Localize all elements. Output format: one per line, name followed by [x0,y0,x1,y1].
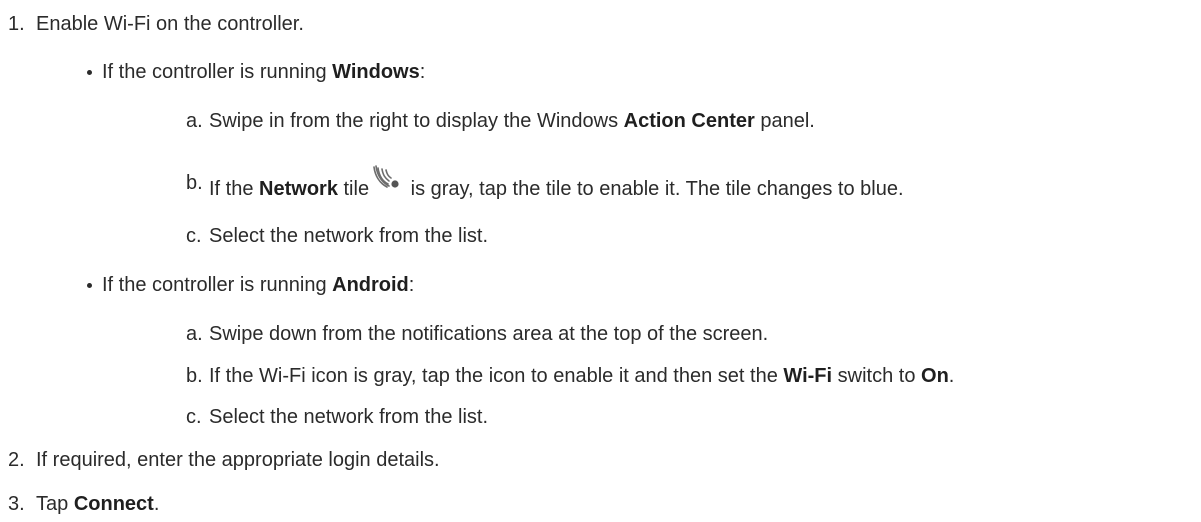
android-label: Android [332,274,409,296]
windows-intro-colon: : [419,61,426,83]
android-substep-a-letter: a. [186,323,203,345]
android-substep-b-letter: b. [186,365,203,387]
android-substep-b-after: . [948,365,955,387]
windows-substep-b-letter: b. [186,172,203,194]
android-intro-colon: : [408,274,415,296]
android-substep-b-before: If the Wi-Fi icon is gray, tap the icon … [209,365,784,387]
step-1-number: 1. [8,13,25,35]
android-substep-b-text: If the Wi-Fi icon is gray, tap the icon … [209,364,954,388]
windows-substep-a-letter: a. [186,110,203,132]
windows-substep-b-text: If the Network tile is gray, tap the til… [209,165,904,200]
step-2-number: 2. [8,449,25,471]
windows-substep-a-after: panel. [754,110,815,132]
android-intro-text: If the controller is running [102,274,333,296]
windows-intro: If the controller is running Windows: [102,60,425,84]
bullet-android [87,283,92,288]
android-intro: If the controller is running Android: [102,273,414,297]
bullet-windows [87,70,92,75]
windows-substep-b-after: is gray, tap the tile to enable it. The … [405,178,904,200]
on-label: On [921,365,949,387]
android-substep-c-text: Select the network from the list. [209,406,489,428]
connect-label: Connect [73,493,154,515]
windows-substep-c-text: Select the network from the list. [209,225,489,247]
android-substep-a-text: Swipe down from the notifications area a… [209,323,769,345]
android-substep-c-letter: c. [186,406,202,428]
windows-substep-c-letter: c. [186,225,202,247]
step-3-number: 3. [8,493,25,515]
action-center-label: Action Center [623,110,755,132]
network-label: Network [259,178,338,200]
windows-intro-text: If the controller is running [102,61,333,83]
android-substep-b-middle: switch to [832,365,922,387]
step-3-before: Tap [36,493,74,515]
step-3-after: . [153,493,160,515]
windows-label: Windows [332,61,420,83]
step-2-text: If required, enter the appropriate login… [36,449,440,471]
network-wifi-icon [373,165,399,188]
windows-substep-a-text: Swipe in from the right to display the W… [209,109,815,133]
step-1-text: Enable Wi-Fi on the controller. [36,13,304,35]
windows-substep-b-middle: tile [337,178,370,200]
windows-substep-a-before: Swipe in from the right to display the W… [209,110,624,132]
windows-substep-b-before: If the [209,178,260,200]
wifi-label: Wi-Fi [783,365,833,387]
step-3-text: Tap Connect. [36,492,159,516]
